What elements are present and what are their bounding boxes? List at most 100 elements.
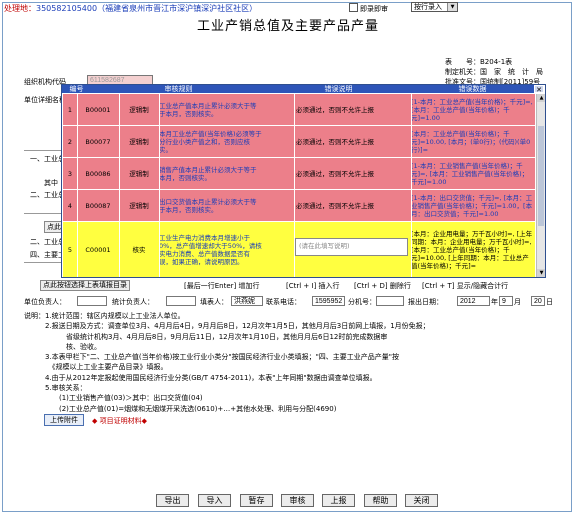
error-message: 必须通过，否则不允许上报 — [296, 105, 374, 114]
filler-label: 填表人： — [200, 298, 228, 306]
day-unit: 日 — [546, 298, 553, 306]
immediate-check-checkbox[interactable]: 即录即审 — [349, 3, 388, 14]
note-line: 4.由于从2012年定报起使用国民经济行业分类(GB/T 4754-2011)，… — [24, 373, 377, 382]
table-number: 表 号：B204-1表 — [445, 58, 513, 66]
phone-input[interactable] — [312, 296, 345, 306]
rule-code: B00077 — [85, 137, 111, 146]
checkbox-icon — [349, 3, 358, 12]
add-row-shortcut[interactable]: [最后一行Enter] 增加行 — [184, 281, 259, 291]
error-message: 必须通过，否则不允许上报 — [296, 169, 374, 178]
filler-input[interactable] — [231, 296, 263, 306]
close-button[interactable]: 关闭 — [405, 494, 438, 507]
note-line: 说明：1.统计范围：辖区内规模以上工业法人单位。 — [24, 312, 185, 320]
org-code-label: 组织机构代码 — [24, 78, 66, 86]
head-input[interactable] — [77, 296, 107, 306]
stat-head-input[interactable] — [166, 296, 196, 306]
form-row-label: 四、主要工 — [30, 251, 65, 259]
note-line: (2)工业总产值(01)=烟煤和无烟煤开采洗选(0610)+…+其他水处理、利用… — [24, 404, 337, 413]
stat-head-label: 统计负责人： — [112, 298, 154, 306]
form-row-label: 二、工业总 — [30, 191, 65, 199]
rule-type: 逻辑制 — [129, 169, 149, 178]
error-message: 必须通过，否则不允许上报 — [296, 201, 374, 210]
error-message: 必须通过，否则不允许上报 — [296, 137, 374, 146]
form-row-label: 其中 — [44, 179, 58, 187]
note-line: 3.本表甲栏下"二、工业总产值(当年价格)按工业行业小类分"按国民经济行业小类填… — [24, 353, 400, 362]
error-data: [本月：工业总产值(当年价格)；千元]=10.00, [本月；(单0行)；(代码… — [411, 129, 531, 154]
audit-error-popup: 编号 审核规则 错误说明 错误数据 ✕ 1 B00001 逻辑制 工业总产值本月… — [61, 84, 546, 278]
popup-scrollbar[interactable]: ▲ ▼ — [536, 94, 545, 277]
explanation-input[interactable]: (请在此填写说明) — [295, 238, 408, 256]
import-button[interactable]: 导入 — [198, 494, 231, 507]
row-number: 4 — [67, 201, 73, 210]
col-header-number: 编号 — [62, 85, 91, 93]
save-draft-button[interactable]: 暂存 — [240, 494, 273, 507]
col-header-rule: 审核规则 — [91, 85, 266, 93]
close-icon[interactable]: ✕ — [534, 85, 544, 94]
error-row[interactable]: 1 B00001 逻辑制 工业总产值本月止累计必须大于等于本月，否则核实。 必须… — [63, 94, 535, 126]
scroll-down-icon[interactable]: ▼ — [537, 269, 545, 277]
form-row-label: 一、工业总 — [30, 155, 65, 163]
error-row[interactable]: 3 B00086 逻辑制 销售产值本月止累计必须大于等于本月，否则核实。 必须通… — [63, 158, 535, 190]
row-number: 5 — [67, 245, 73, 254]
insert-row-shortcut[interactable]: [Ctrl + I] 插入行 — [286, 281, 340, 291]
submit-button[interactable]: 上报 — [322, 494, 355, 507]
note-line: (1)工业销售产值(03)＞其中：出口交货值(04) — [24, 394, 203, 403]
extension-input[interactable] — [376, 296, 404, 306]
col-header-error-data: 错误数据 — [411, 85, 534, 93]
delete-row-shortcut[interactable]: [Ctrl + D] 删除行 — [354, 281, 411, 291]
rule-code: B00087 — [85, 201, 111, 210]
rule-text: 销售产值本月止累计必须大于等于本月，否则核实。 — [159, 165, 257, 182]
location-info: 处理地：350582105400（福建省泉州市晋江市深沪镇深沪社区社区） — [4, 4, 258, 13]
month-input[interactable] — [499, 296, 513, 306]
page-title: 工业产销总值及主要产品产量 — [196, 19, 379, 34]
rule-code: B00001 — [85, 105, 111, 114]
scroll-up-icon[interactable]: ▲ — [537, 94, 545, 102]
note-line: 核、验收。 — [24, 342, 101, 351]
month-unit: 月 — [514, 298, 521, 306]
grid-toolbar: 点此按钮选择上表填报目录 [最后一行Enter] 增加行 [Ctrl + I] … — [24, 280, 546, 291]
form-row-label: 二、工业总 — [30, 238, 65, 246]
error-row[interactable]: 2 B00077 逻辑制 本月工业总产值(当年价格)必须等于分行业小类产值之和，… — [63, 126, 535, 158]
row-number: 3 — [67, 169, 73, 178]
audit-button[interactable]: 审核 — [281, 494, 314, 507]
scroll-thumb[interactable] — [538, 126, 544, 226]
location-value: 350582105400（福建省泉州市晋江市深沪镇深沪社区社区） — [36, 4, 258, 13]
select-directory-button[interactable]: 点此按钮选择上表填报目录 — [40, 280, 130, 291]
error-row[interactable]: 4 B00087 逻辑制 出口交货值本月止累计必须大于等于本月，否则核实。 必须… — [63, 190, 535, 222]
error-data: [1-本月：工业销售产值(当年价格)；千元]=, [本月：工业销售产值(当年价格… — [411, 161, 529, 186]
help-button[interactable]: 帮助 — [364, 494, 397, 507]
note-line: 5.审核关系： — [24, 384, 87, 393]
rule-code: C00001 — [85, 245, 111, 254]
note-line: 《规模以上工业主要产品目录》填报。 — [24, 363, 168, 372]
issuing-org: 制定机关：国 家 统 计 局 — [445, 68, 543, 76]
rule-type: 逻辑制 — [129, 201, 149, 210]
rule-type: 逻辑制 — [129, 137, 149, 146]
head-label: 单位负责人： — [24, 298, 66, 306]
year-unit: 年 — [491, 298, 498, 306]
extension-label: 分机号： — [348, 298, 376, 306]
note-line: 2.报送日期及方式：调查单位3月、4月月后4日，9月月后8日，12月次年1月5日… — [24, 322, 430, 331]
note-line: 省级统计机构3月、4月月后8日，9月月后11日，12月次年1月10日，其他月月后… — [24, 332, 388, 341]
year-input[interactable] — [457, 296, 490, 306]
day-input[interactable] — [531, 296, 545, 306]
phone-label: 联系电话： — [266, 298, 301, 306]
export-button[interactable]: 导出 — [156, 494, 189, 507]
error-data: [本月：企业用电量；万千瓦小时]=, [上年同期：本月：企业用电量；万千瓦小时]… — [411, 229, 533, 270]
upload-note: ◆ 项目证明材料◆ — [92, 417, 147, 425]
row-number: 1 — [67, 105, 73, 114]
rule-type: 逻辑制 — [129, 105, 149, 114]
rule-text: 工业生产电力消费本月增速小于0%，总产值增速却大于50%，请核实电力消费、总产值… — [159, 233, 262, 266]
rule-text: 工业总产值本月止累计必须大于等于本月，否则核实。 — [159, 101, 257, 118]
error-data: [1-本月：工业总产值(当年价格)；千元]=, [本月：工业总产值(当年价格)；… — [411, 97, 533, 122]
col-header-error-desc: 错误说明 — [266, 85, 411, 93]
entry-mode-select[interactable]: 按行录入 ▼ — [411, 2, 458, 12]
rule-code: B00086 — [85, 169, 111, 178]
instructions: 说明：1.统计范围：辖区内规模以上工业法人单位。 2.报送日期及方式：调查单位3… — [24, 311, 554, 414]
rule-text: 本月工业总产值(当年价格)必须等于分行业小类产值之和，否则应核实。 — [159, 129, 262, 154]
upload-attachment-button[interactable]: 上传附件 — [44, 414, 84, 426]
unit-name-label: 单位详细名称 — [24, 96, 66, 104]
error-data: [1-本月：出口交货值；千元]=, [本月：工业销售产值(当年价格)；千元]=1… — [411, 193, 533, 218]
rule-text: 出口交货值本月止累计必须大于等于本月，否则核实。 — [159, 197, 257, 214]
chevron-down-icon: ▼ — [447, 3, 457, 11]
toggle-total-shortcut[interactable]: [Ctrl + T] 显示/隐藏合计行 — [422, 281, 508, 291]
